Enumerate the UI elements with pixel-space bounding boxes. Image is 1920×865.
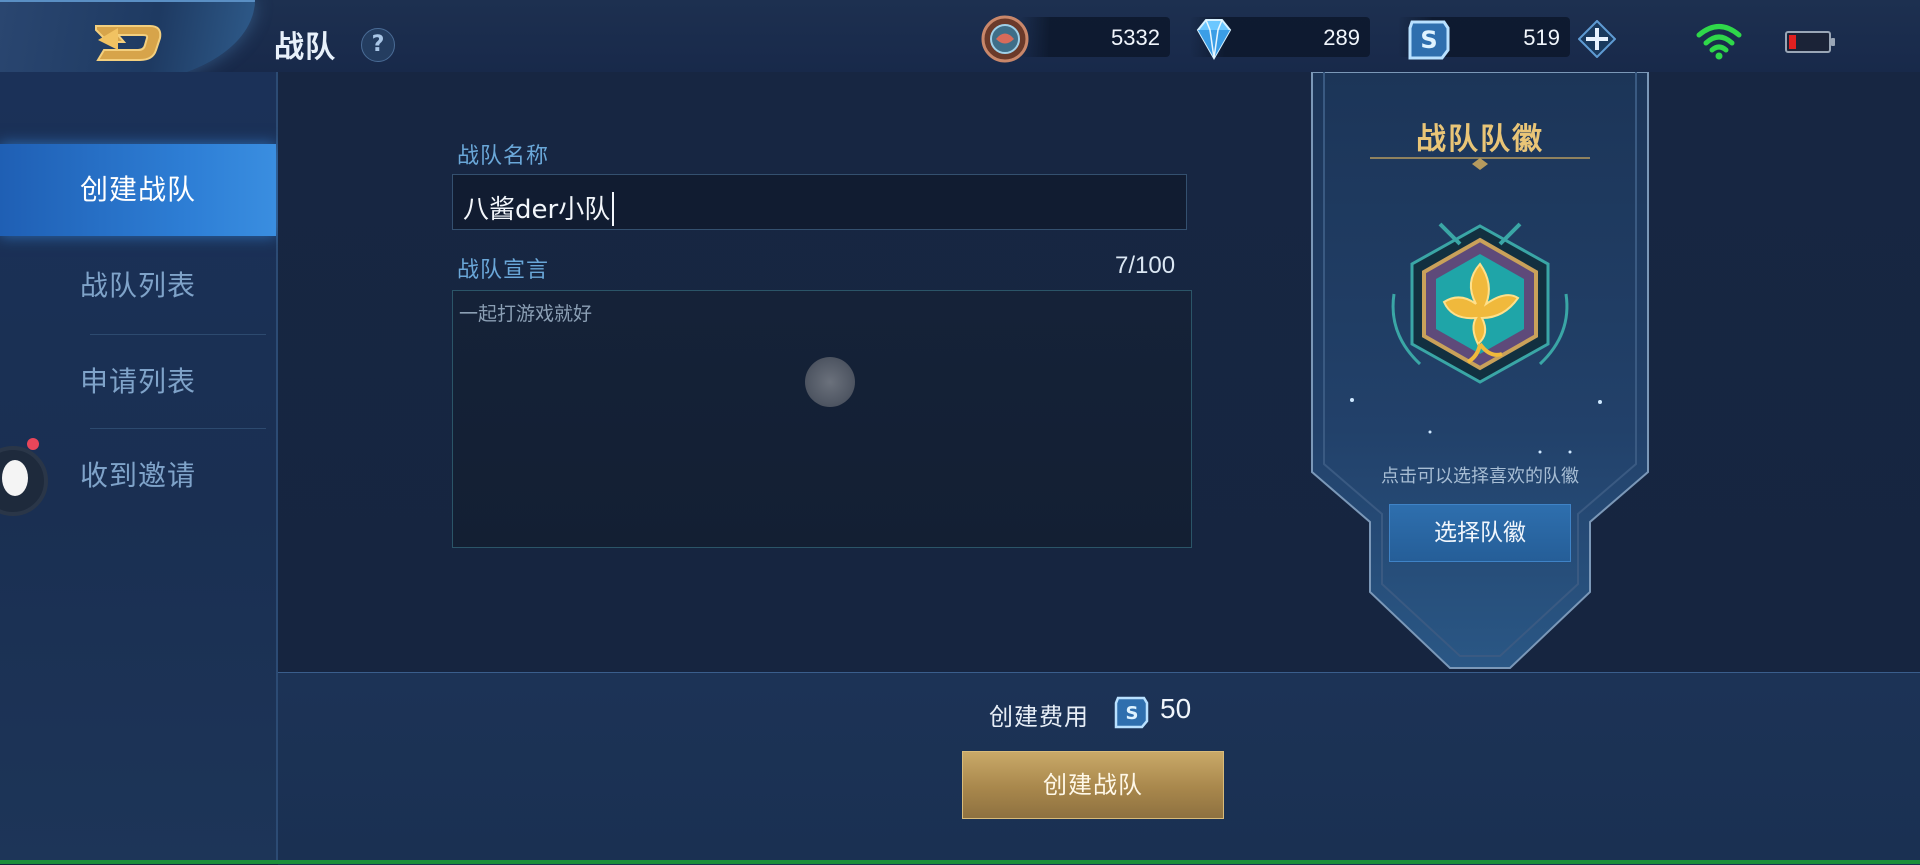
team-manifesto-textarea[interactable]: 一起打游戏就好	[452, 290, 1192, 548]
wifi-icon	[1696, 24, 1742, 60]
choose-emblem-button[interactable]: 选择队徽	[1389, 504, 1571, 562]
add-currency-button[interactable]	[1578, 20, 1616, 58]
gold-coin-icon	[981, 15, 1029, 63]
touch-indicator	[805, 357, 855, 407]
diamond-icon	[1196, 19, 1232, 61]
team-name-input[interactable]: 八酱der小队	[452, 174, 1187, 230]
sidebar-item-application-list[interactable]: 申请列表	[0, 336, 276, 428]
create-team-button[interactable]: 创建战队	[962, 751, 1224, 819]
back-arrow-icon	[95, 25, 162, 61]
team-emblem-panel[interactable]	[1310, 72, 1650, 672]
voucher-icon: S	[1114, 696, 1149, 729]
sidebar-item-team-list[interactable]: 战队列表	[0, 240, 276, 332]
svg-text:S: S	[1420, 26, 1437, 54]
creation-cost-value: 50	[1160, 693, 1192, 724]
team-name-label: 战队名称	[457, 144, 550, 169]
notification-dot	[27, 438, 39, 450]
page-title: 战队	[274, 30, 336, 65]
manifesto-char-counter: 7/100	[1115, 252, 1176, 279]
sidebar-item-create-team[interactable]: 创建战队	[0, 144, 276, 236]
diamond-value: 289	[1323, 25, 1360, 50]
sidebar-divider	[90, 428, 266, 429]
help-icon[interactable]: ?	[361, 28, 395, 62]
voucher-icon: S	[1408, 20, 1450, 60]
gold-coin-value: 5332	[1111, 25, 1160, 50]
emblem-hint: 点击可以选择喜欢的队徽	[1381, 466, 1579, 487]
battery-icon	[1785, 31, 1835, 53]
emblem-title: 战队队徽	[1416, 122, 1544, 157]
text-caret	[612, 192, 615, 226]
team-manifesto-label: 战队宣言	[457, 258, 550, 283]
gold-coin-counter: 5332	[1020, 17, 1170, 57]
voucher-value: 519	[1523, 25, 1560, 50]
manifesto-value: 一起打游戏就好	[459, 303, 593, 325]
team-name-value: 八酱der小队	[463, 195, 611, 225]
creation-cost-label: 创建费用	[989, 703, 1089, 731]
svg-text:S: S	[1126, 703, 1139, 724]
sidebar-divider	[90, 334, 266, 335]
bottom-edge-line	[0, 860, 1920, 864]
